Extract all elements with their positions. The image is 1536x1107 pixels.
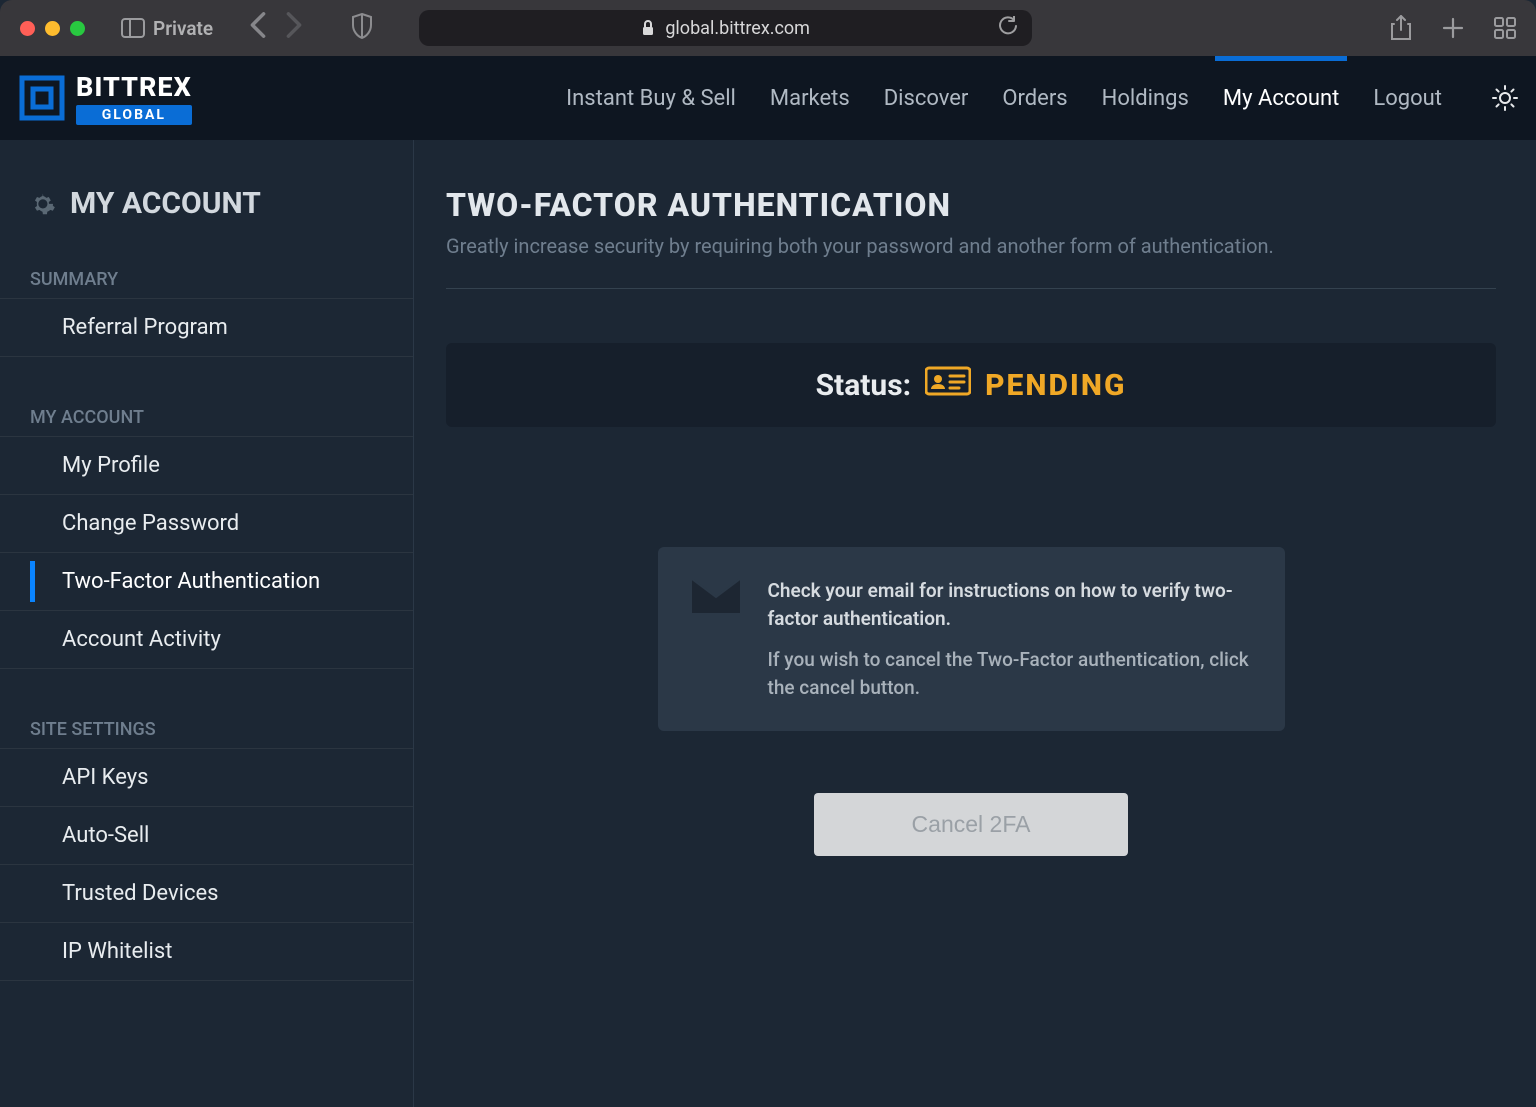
sidebar-item-my-profile[interactable]: My Profile [0, 436, 413, 494]
status-label: Status: [816, 368, 912, 403]
sidebar-label-site-settings: SITE SETTINGS [0, 703, 413, 748]
nav-links: Instant Buy & Sell Markets Discover Orde… [564, 56, 1518, 140]
sidebar-section-summary: SUMMARY Referral Program [0, 253, 413, 357]
sidebar-section-site-settings: SITE SETTINGS API Keys Auto-Sell Trusted… [0, 703, 413, 981]
sidebar-item-auto-sell[interactable]: Auto-Sell [0, 806, 413, 864]
refresh-button[interactable] [998, 16, 1018, 41]
sidebar-item-two-factor-authentication[interactable]: Two-Factor Authentication [0, 552, 413, 610]
sidebar-item-api-keys[interactable]: API Keys [0, 748, 413, 806]
forward-button[interactable] [285, 11, 303, 45]
new-tab-button[interactable] [1442, 17, 1464, 39]
logo[interactable]: BITTREX GLOBAL [18, 71, 192, 125]
status-bar: Status: PENDING [446, 343, 1496, 427]
sidebar-item-change-password[interactable]: Change Password [0, 494, 413, 552]
sidebar-label-summary: SUMMARY [0, 253, 413, 298]
sidebar-item-trusted-devices[interactable]: Trusted Devices [0, 864, 413, 922]
sidebar-section-my-account: MY ACCOUNT My Profile Change Password Tw… [0, 391, 413, 669]
nav-markets[interactable]: Markets [768, 56, 852, 140]
maximize-window-button[interactable] [70, 21, 85, 36]
nav-arrows [249, 11, 303, 45]
chrome-right-controls [1390, 15, 1516, 41]
url-text: global.bittrex.com [665, 18, 810, 39]
close-window-button[interactable] [20, 21, 35, 36]
tab-overview-button[interactable]: Private [121, 17, 213, 40]
nav-orders[interactable]: Orders [1000, 56, 1069, 140]
nav-logout[interactable]: Logout [1371, 56, 1444, 140]
logo-mark-icon [18, 74, 66, 122]
nav-discover[interactable]: Discover [882, 56, 971, 140]
sidebar-title: MY ACCOUNT [0, 186, 413, 253]
mail-icon [692, 579, 740, 701]
info-box: Check your email for instructions on how… [658, 547, 1285, 731]
window-controls [20, 21, 85, 36]
share-button[interactable] [1390, 15, 1412, 41]
sidebar-item-account-activity[interactable]: Account Activity [0, 610, 413, 669]
minimize-window-button[interactable] [45, 21, 60, 36]
page-subtitle: Greatly increase security by requiring b… [446, 234, 1496, 258]
sidebar-item-referral-program[interactable]: Referral Program [0, 298, 413, 357]
logo-text-primary: BITTREX [76, 71, 192, 103]
back-button[interactable] [249, 11, 267, 45]
theme-toggle-button[interactable] [1492, 85, 1518, 111]
logo-text-secondary: GLOBAL [76, 105, 192, 125]
info-text: Check your email for instructions on how… [768, 577, 1251, 701]
page-title: TWO-FACTOR AUTHENTICATION [446, 186, 1496, 224]
nav-instant-buy-sell[interactable]: Instant Buy & Sell [564, 56, 738, 140]
cancel-2fa-button[interactable]: Cancel 2FA [814, 793, 1128, 856]
gear-icon [30, 191, 56, 217]
top-nav: BITTREX GLOBAL Instant Buy & Sell Market… [0, 56, 1536, 140]
sidebar-label-my-account: MY ACCOUNT [0, 391, 413, 436]
nav-my-account[interactable]: My Account [1221, 56, 1341, 140]
tab-grid-button[interactable] [1494, 17, 1516, 39]
address-bar[interactable]: global.bittrex.com [419, 10, 1032, 46]
lock-icon [641, 19, 655, 37]
main-content: TWO-FACTOR AUTHENTICATION Greatly increa… [414, 140, 1536, 1107]
info-line1: Check your email for instructions on how… [768, 577, 1251, 632]
sidebar: MY ACCOUNT SUMMARY Referral Program MY A… [0, 140, 414, 1107]
sidebar-title-text: MY ACCOUNT [70, 186, 261, 221]
divider [446, 288, 1496, 289]
privacy-shield-button[interactable] [351, 13, 373, 43]
status-value: PENDING [985, 368, 1126, 403]
private-label: Private [153, 17, 213, 40]
info-line2: If you wish to cancel the Two-Factor aut… [768, 646, 1251, 701]
id-card-icon [925, 365, 971, 405]
nav-holdings[interactable]: Holdings [1100, 56, 1191, 140]
browser-chrome: Private global.bittrex.com [0, 0, 1536, 56]
sidebar-item-ip-whitelist[interactable]: IP Whitelist [0, 922, 413, 981]
